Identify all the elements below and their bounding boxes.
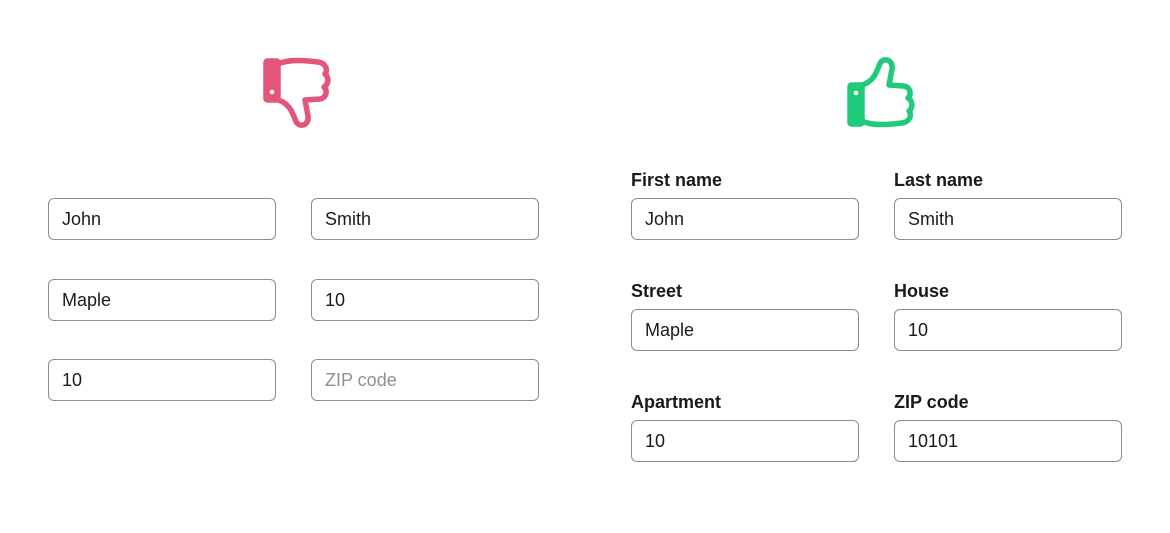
thumbs-up-icon: [847, 57, 915, 128]
first-name-field-unlabeled[interactable]: [48, 198, 276, 240]
house-field[interactable]: [894, 309, 1122, 351]
zip-code-field-placeholder-only[interactable]: [311, 359, 539, 401]
last-name-label: Last name: [894, 170, 984, 190]
apartment-field-unlabeled[interactable]: [48, 359, 276, 401]
house-field-unlabeled[interactable]: [311, 279, 539, 321]
first-name-field[interactable]: [631, 198, 859, 240]
thumbs-down-icon: [263, 57, 331, 128]
house-label: House: [894, 281, 950, 301]
street-field-unlabeled[interactable]: [48, 279, 276, 321]
apartment-label: Apartment: [631, 392, 722, 412]
street-field[interactable]: [631, 309, 859, 351]
zip-code-field[interactable]: [894, 420, 1122, 462]
last-name-field-unlabeled[interactable]: [311, 198, 539, 240]
apartment-field[interactable]: [631, 420, 859, 462]
zip-code-label: ZIP code: [894, 392, 969, 412]
street-label: Street: [631, 281, 683, 301]
first-name-label: First name: [631, 170, 723, 190]
last-name-field[interactable]: [894, 198, 1122, 240]
